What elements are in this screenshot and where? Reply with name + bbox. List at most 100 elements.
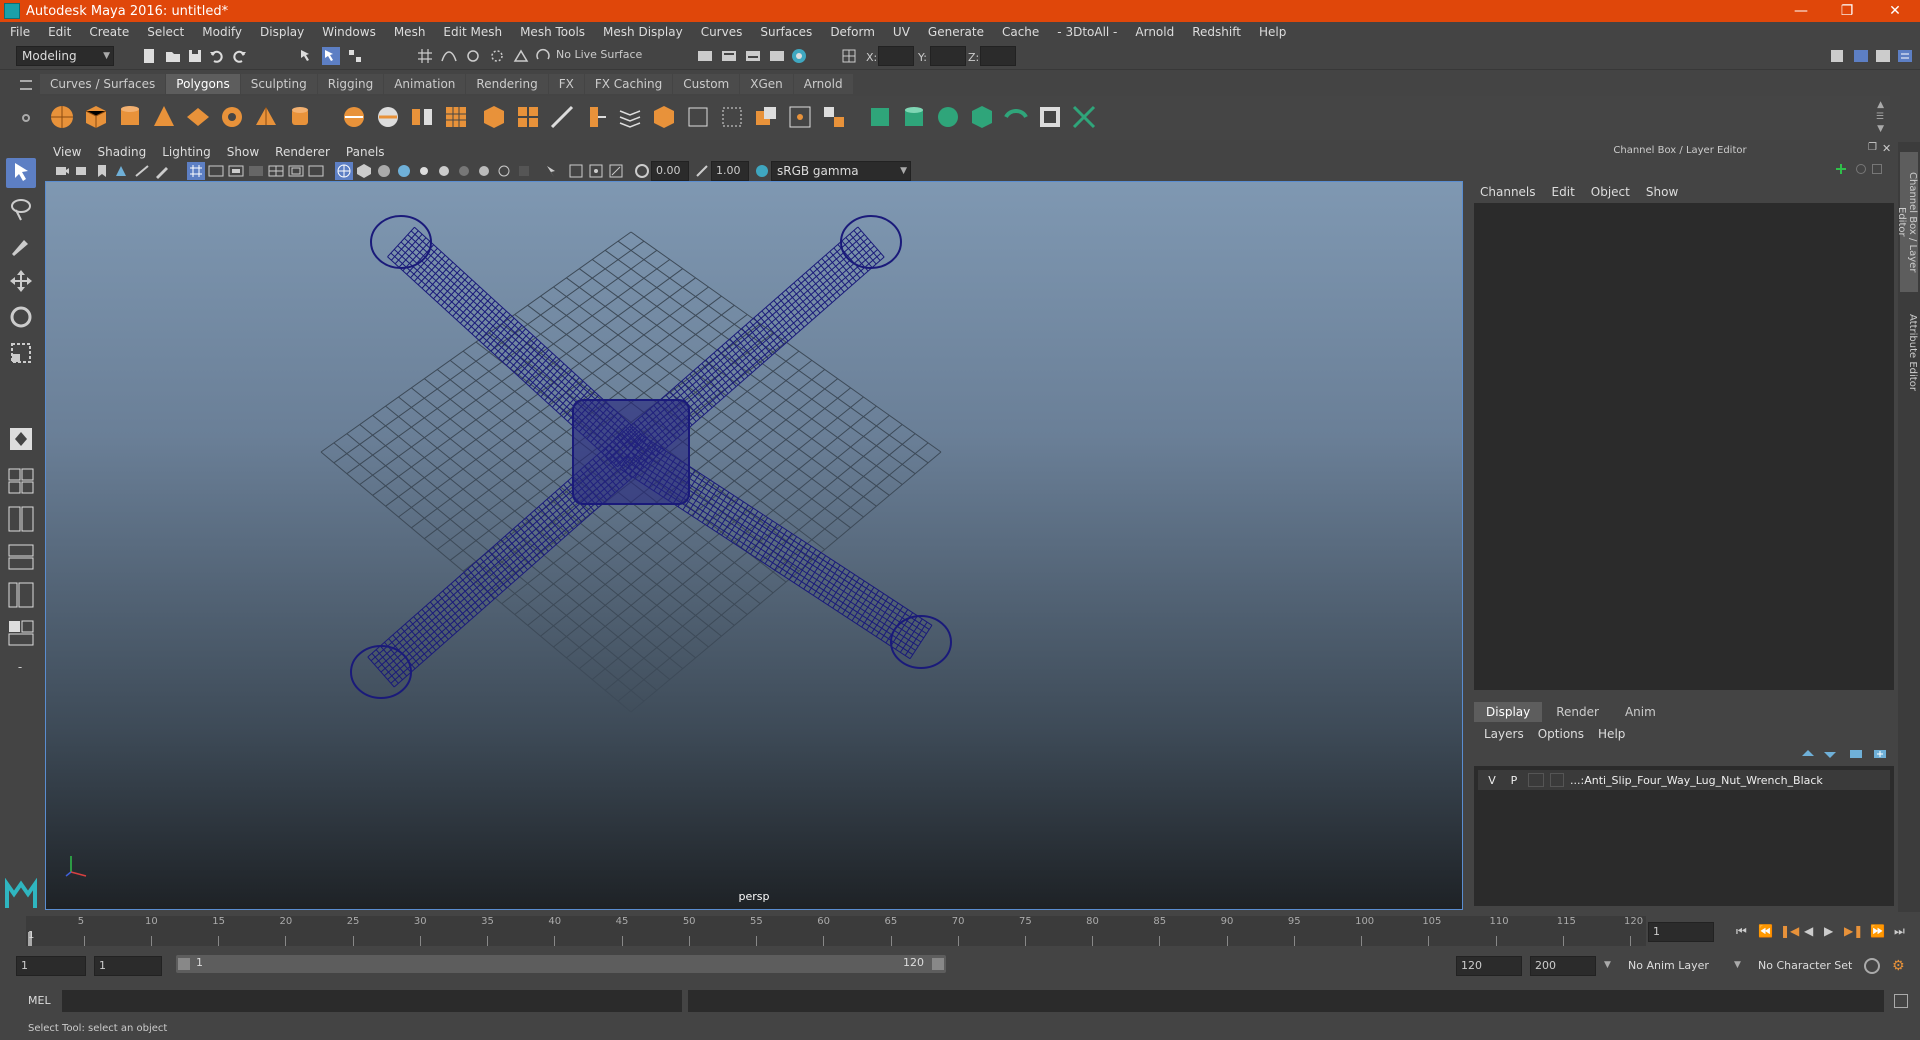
color-management-icon[interactable] [753, 162, 771, 180]
menu-set-dropdown[interactable]: Modeling ▼ [16, 46, 114, 66]
speed-icon[interactable] [1856, 164, 1866, 174]
menu-display[interactable]: Display [260, 25, 304, 39]
extract-icon[interactable] [408, 103, 436, 131]
tab-fx-caching[interactable]: FX Caching [584, 74, 673, 94]
move-tool-icon[interactable] [6, 266, 36, 296]
film-gate-icon[interactable] [207, 162, 225, 180]
four-view-layout-icon[interactable] [6, 466, 36, 496]
undo-icon[interactable] [208, 47, 226, 65]
layers-menu[interactable]: Layers [1484, 727, 1524, 741]
bookmark-icon[interactable] [93, 162, 111, 180]
manipulator-icon[interactable] [1834, 162, 1848, 176]
modeling-toolkit-icon[interactable] [1828, 47, 1846, 65]
move-layer-down-icon[interactable] [1822, 746, 1838, 762]
layer-visibility-toggle[interactable]: V [1484, 774, 1500, 787]
menu-create[interactable]: Create [89, 25, 129, 39]
separate-icon[interactable] [374, 103, 402, 131]
append-polygon-icon[interactable] [718, 103, 746, 131]
xray-icon[interactable] [567, 162, 585, 180]
snap-surface-icon[interactable] [512, 47, 530, 65]
tab-display[interactable]: Display [1474, 702, 1543, 722]
animation-start-field[interactable]: 1 [16, 956, 86, 976]
hyper-icon[interactable] [1872, 164, 1882, 174]
animation-end-field[interactable]: 200 [1530, 956, 1596, 976]
bridge-icon[interactable] [616, 103, 644, 131]
y-coordinate-field[interactable] [930, 46, 966, 66]
multi-cut-icon[interactable] [548, 103, 576, 131]
gamma-field[interactable]: 1.00 [711, 161, 749, 181]
anim-layer-dropdown[interactable]: No Anim Layer [1622, 956, 1736, 976]
combine-icon[interactable] [340, 103, 368, 131]
tab-polygons[interactable]: Polygons [166, 74, 240, 94]
z-coordinate-field[interactable] [980, 46, 1016, 66]
menu-surfaces[interactable]: Surfaces [760, 25, 812, 39]
float-panel-icon[interactable]: ❐ [1868, 142, 1880, 154]
fill-hole-icon[interactable] [684, 103, 712, 131]
tab-sculpting[interactable]: Sculpting [240, 74, 317, 94]
snap-point-icon[interactable] [464, 47, 482, 65]
add-divisions-icon[interactable] [820, 103, 848, 131]
new-layer-from-selection-icon[interactable] [1872, 746, 1888, 762]
layer-type-toggle[interactable] [1528, 773, 1544, 787]
time-slider[interactable]: 1 5 10 15 20 25 30 35 40 45 50 55 60 65 70 75 80 85 90 95 1… [26, 916, 1646, 946]
menu-mesh-display[interactable]: Mesh Display [603, 25, 683, 39]
current-frame-field[interactable]: 1 [1648, 922, 1714, 942]
transform-constraint-icon[interactable] [840, 47, 858, 65]
options-menu[interactable]: Options [1538, 727, 1584, 741]
spherical-uv-icon[interactable] [934, 103, 962, 131]
offset-edge-loop-icon[interactable] [786, 103, 814, 131]
uv-editor-icon[interactable] [1036, 103, 1064, 131]
render-settings-icon[interactable] [768, 47, 786, 65]
channels-menu[interactable]: Channels [1480, 185, 1536, 199]
render-view-icon[interactable] [696, 47, 714, 65]
tab-arnold[interactable]: Arnold [793, 74, 853, 94]
panel-menu-lighting[interactable]: Lighting [162, 145, 211, 159]
menu-edit-mesh[interactable]: Edit Mesh [443, 25, 502, 39]
select-component-icon[interactable] [346, 47, 364, 65]
auto-key-icon[interactable] [1864, 958, 1880, 974]
tab-curves-surfaces[interactable]: Curves / Surfaces [40, 74, 166, 94]
menu-3dtoall[interactable]: - 3DtoAll - [1057, 25, 1117, 39]
mirror-icon[interactable] [514, 103, 542, 131]
help-menu[interactable]: Help [1598, 727, 1625, 741]
range-start-handle[interactable] [178, 958, 190, 970]
tool-settings-toggle-icon[interactable] [1874, 47, 1892, 65]
step-forward-frame-icon[interactable]: ▶❚ [1844, 924, 1863, 938]
shelf-scroll-down-icon[interactable]: ▼ [1877, 124, 1884, 134]
motion-blur-icon[interactable] [475, 162, 493, 180]
poly-cylinder-icon[interactable] [116, 103, 144, 131]
open-scene-icon[interactable] [164, 47, 182, 65]
snap-curve-icon[interactable] [440, 47, 458, 65]
smooth-icon[interactable] [442, 103, 470, 131]
tab-anim[interactable]: Anim [1612, 702, 1668, 722]
hypershade-icon[interactable] [790, 47, 808, 65]
poly-pipe-icon[interactable] [286, 103, 314, 131]
xray-joints-icon[interactable] [607, 162, 625, 180]
perspective-viewport[interactable]: persp [45, 181, 1463, 910]
unfold-uv-icon[interactable] [1002, 103, 1030, 131]
channel-box-body[interactable] [1474, 203, 1894, 690]
insert-edge-loop-icon[interactable] [752, 103, 780, 131]
rotate-tool-icon[interactable] [6, 302, 36, 332]
isolate-select-icon[interactable] [543, 162, 561, 180]
move-layer-up-icon[interactable] [1800, 746, 1816, 762]
panel-menu-view[interactable]: View [53, 145, 81, 159]
menu-mesh[interactable]: Mesh [394, 25, 426, 39]
restore-button[interactable]: ❐ [1824, 0, 1870, 22]
x-coordinate-field[interactable] [878, 46, 914, 66]
image-plane-icon[interactable] [113, 162, 131, 180]
shelf-scroll-up-icon[interactable]: ▲ [1877, 100, 1884, 110]
layer-color-swatch[interactable] [1550, 773, 1564, 787]
boolean-icon[interactable] [480, 103, 508, 131]
panel-menu-shading[interactable]: Shading [97, 145, 146, 159]
close-button[interactable]: ✕ [1872, 0, 1918, 22]
menu-arnold[interactable]: Arnold [1135, 25, 1174, 39]
tab-render[interactable]: Render [1544, 702, 1611, 722]
outliner-layout-icon[interactable] [6, 618, 36, 648]
side-tab-channel-box[interactable]: Channel Box / Layer Editor [1896, 152, 1918, 292]
chevron-down-icon[interactable]: ▼ [1604, 960, 1611, 970]
gate-mask-icon[interactable] [247, 162, 265, 180]
screen-space-ao-icon[interactable] [455, 162, 473, 180]
play-forwards-icon[interactable]: ▶ [1824, 924, 1833, 938]
poly-pyramid-icon[interactable] [252, 103, 280, 131]
